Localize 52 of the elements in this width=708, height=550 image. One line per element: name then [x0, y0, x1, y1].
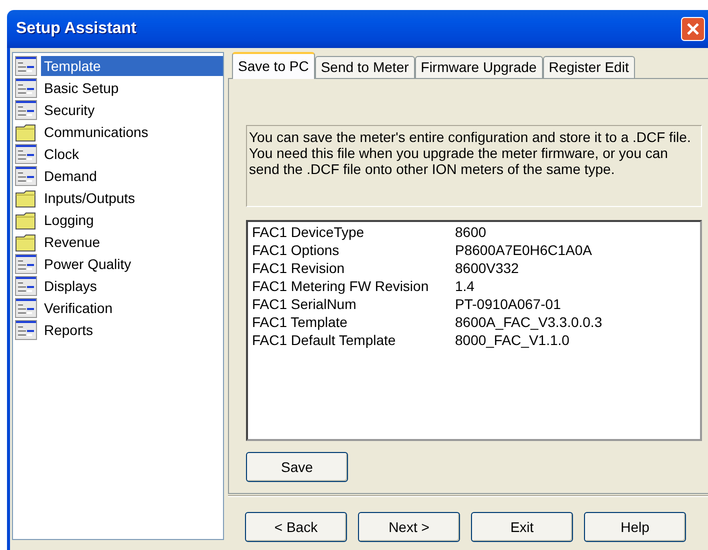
folder-icon [15, 188, 37, 208]
tab[interactable]: Save to PC [232, 52, 315, 79]
property-name: FAC1 DeviceType [252, 223, 366, 241]
tab[interactable]: Send to Meter [314, 56, 415, 78]
folder-icon [15, 122, 37, 142]
property-name: FAC1 Default Template [252, 331, 397, 349]
property-name: FAC1 Options [252, 241, 340, 259]
property-value: P8600A7E0H6C1A0A [455, 241, 593, 259]
dialog-button[interactable]: Help [584, 512, 686, 542]
tab[interactable]: Firmware Upgrade [414, 56, 543, 78]
tree-item[interactable]: Revenue [41, 232, 223, 252]
tree-item[interactable]: Template [41, 56, 223, 76]
tab[interactable]: Register Edit [542, 56, 635, 78]
tree-item[interactable]: Reports [41, 320, 223, 340]
form-page-icon [15, 56, 37, 76]
property-value: 8600V332 [455, 259, 520, 277]
dialog-button[interactable]: Next > [358, 512, 460, 542]
window-title: Setup Assistant [16, 20, 138, 38]
dialog-button[interactable]: < Back [245, 512, 347, 542]
form-page-icon [15, 78, 37, 98]
form-page-icon [15, 276, 37, 296]
tree-item[interactable]: Security [41, 100, 223, 120]
tree-item[interactable]: Displays [41, 276, 223, 296]
property-name: FAC1 Revision [252, 259, 346, 277]
property-value: 1.4 [455, 277, 476, 295]
tree-item[interactable]: Inputs/Outputs [41, 188, 223, 208]
form-page-icon [15, 166, 37, 186]
property-value: 8600 [455, 223, 488, 241]
dialog-button[interactable]: Exit [471, 512, 573, 542]
property-name: FAC1 Template [252, 313, 348, 331]
tree-item[interactable]: Logging [41, 210, 223, 230]
save-button[interactable]: Save [246, 452, 348, 482]
form-page-icon [15, 298, 37, 318]
form-page-icon [15, 144, 37, 164]
form-page-icon [15, 254, 37, 274]
tree-item[interactable]: Communications [41, 122, 223, 142]
form-page-icon [15, 100, 37, 120]
close-icon[interactable] [681, 17, 705, 41]
property-name: FAC1 SerialNum [252, 295, 358, 313]
tree-item[interactable]: Demand [41, 166, 223, 186]
form-page-icon [15, 320, 37, 340]
tree-item[interactable]: Verification [41, 298, 223, 318]
property-value: 8000_FAC_V1.1.0 [455, 331, 570, 349]
property-value: 8600A_FAC_V3.3.0.0.3 [455, 313, 604, 331]
folder-icon [15, 210, 37, 230]
folder-icon [15, 232, 37, 252]
description-text: You can save the meter's entire configuration and store it to a .DCF file. You need this file when you upgrade the meter firmware, or you can send the .DCF file onto other ION meters of the same type. [246, 125, 702, 207]
property-name: FAC1 Metering FW Revision [252, 277, 430, 295]
property-value: PT-0910A067-01 [455, 295, 562, 313]
tree-item[interactable]: Clock [41, 144, 223, 164]
tree-item[interactable]: Basic Setup [41, 78, 223, 98]
tree-item[interactable]: Power Quality [41, 254, 223, 274]
